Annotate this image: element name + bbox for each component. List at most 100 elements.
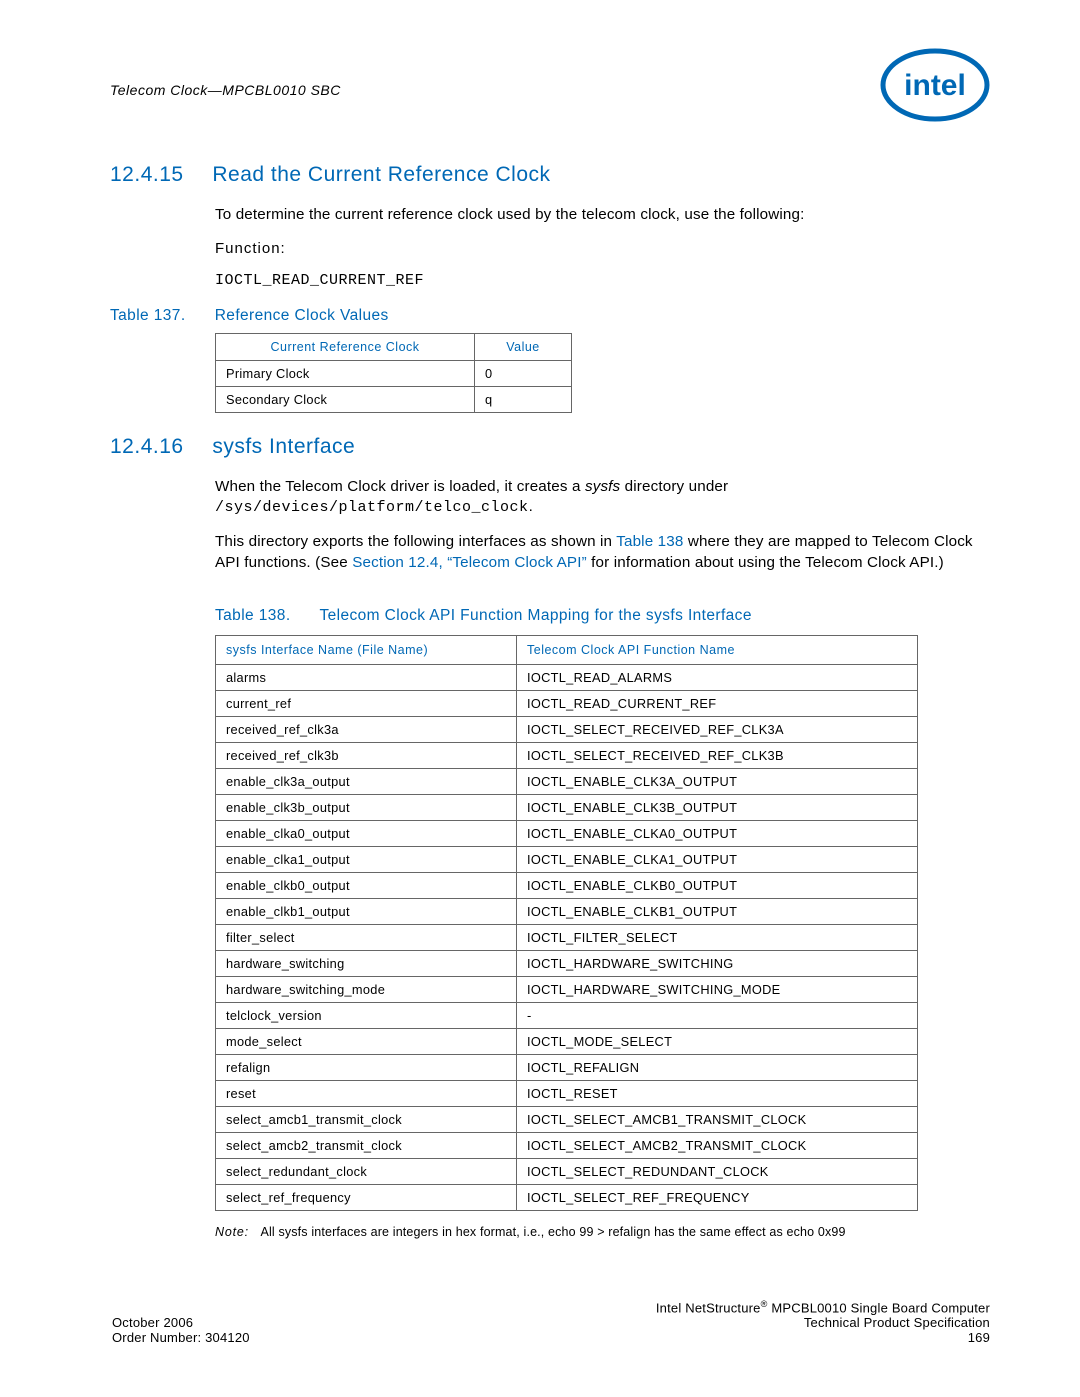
table-row: enable_clkb1_outputIOCTL_ENABLE_CLKB1_OU…	[216, 899, 918, 925]
section-number: 12.4.16	[110, 435, 206, 459]
table-cell: q	[475, 386, 572, 412]
table-cell: reset	[216, 1081, 517, 1107]
text-run: for information about using the Telecom …	[587, 554, 944, 571]
table-cell: enable_clk3a_output	[216, 769, 517, 795]
table-cell: IOCTL_READ_ALARMS	[517, 665, 918, 691]
table-row: refalignIOCTL_REFALIGN	[216, 1055, 918, 1081]
table-row: filter_selectIOCTL_FILTER_SELECT	[216, 925, 918, 951]
table-row: select_amcb2_transmit_clockIOCTL_SELECT_…	[216, 1133, 918, 1159]
footer-date: October 2006	[112, 1315, 250, 1330]
table-cell: IOCTL_SELECT_AMCB1_TRANSMIT_CLOCK	[517, 1107, 918, 1133]
table-row: Primary Clock0	[216, 360, 572, 386]
text-run: directory under	[620, 478, 728, 495]
section-number: 12.4.15	[110, 163, 206, 187]
table-cell: Secondary Clock	[216, 386, 475, 412]
table-cell: telclock_version	[216, 1003, 517, 1029]
text-emphasis: sysfs	[585, 478, 620, 495]
table-row: enable_clkb0_outputIOCTL_ENABLE_CLKB0_OU…	[216, 873, 918, 899]
table-cell: IOCTL_ENABLE_CLKB1_OUTPUT	[517, 899, 918, 925]
table-header-row: sysfs Interface Name (File Name) Telecom…	[216, 636, 918, 665]
table-cell: current_ref	[216, 691, 517, 717]
table-138: sysfs Interface Name (File Name) Telecom…	[215, 635, 918, 1211]
table-row: current_refIOCTL_READ_CURRENT_REF	[216, 691, 918, 717]
table-row: enable_clka1_outputIOCTL_ENABLE_CLKA1_OU…	[216, 847, 918, 873]
table-cell: received_ref_clk3a	[216, 717, 517, 743]
table-cell: IOCTL_ENABLE_CLKA1_OUTPUT	[517, 847, 918, 873]
table-row: enable_clk3b_outputIOCTL_ENABLE_CLK3B_OU…	[216, 795, 918, 821]
table-cell: IOCTL_ENABLE_CLK3B_OUTPUT	[517, 795, 918, 821]
text-path: /sys/devices/platform/telco_clock	[215, 499, 529, 516]
link-table138[interactable]: Table 138	[616, 533, 683, 550]
text-run: When the Telecom Clock driver is loaded,…	[215, 478, 585, 495]
section-title: Read the Current Reference Clock	[212, 163, 550, 186]
table-cell: IOCTL_REFALIGN	[517, 1055, 918, 1081]
table-cell: enable_clk3b_output	[216, 795, 517, 821]
footer-spec-type: Technical Product Specification	[656, 1315, 990, 1330]
table-137-caption: Table 137. Reference Clock Values	[110, 307, 990, 325]
table-cell: select_amcb2_transmit_clock	[216, 1133, 517, 1159]
footer-page-number: 169	[656, 1330, 990, 1345]
link-section-12-4[interactable]: Section 12.4, “Telecom Clock API”	[352, 554, 587, 571]
footer-order-number: Order Number: 304120	[112, 1330, 250, 1345]
note-text: All sysfs interfaces are integers in hex…	[261, 1225, 846, 1239]
section-12-4-16-heading: 12.4.16 sysfs Interface	[110, 435, 990, 459]
footer-right: Intel NetStructure® MPCBL0010 Single Boa…	[656, 1299, 990, 1345]
table-cell: IOCTL_SELECT_REDUNDANT_CLOCK	[517, 1159, 918, 1185]
table-cell: IOCTL_SELECT_AMCB2_TRANSMIT_CLOCK	[517, 1133, 918, 1159]
table-row: select_redundant_clockIOCTL_SELECT_REDUN…	[216, 1159, 918, 1185]
function-label: Function:	[215, 240, 990, 257]
table-cell: IOCTL_SELECT_REF_FREQUENCY	[517, 1185, 918, 1211]
table-row: received_ref_clk3bIOCTL_SELECT_RECEIVED_…	[216, 743, 918, 769]
table-cell: select_ref_frequency	[216, 1185, 517, 1211]
table-caption-number: Table 137.	[110, 307, 210, 325]
table-header-cell: Current Reference Clock	[216, 333, 475, 360]
table-cell: refalign	[216, 1055, 517, 1081]
note: Note: All sysfs interfaces are integers …	[215, 1225, 990, 1239]
text-run: MPCBL0010 Single Board Computer	[768, 1300, 990, 1315]
table-cell: IOCTL_MODE_SELECT	[517, 1029, 918, 1055]
table-138-caption: Table 138. Telecom Clock API Function Ma…	[215, 607, 990, 625]
section-title: sysfs Interface	[212, 435, 355, 458]
table-caption-title: Telecom Clock API Function Mapping for t…	[319, 607, 751, 624]
table-137: Current Reference Clock Value Primary Cl…	[215, 333, 572, 413]
table-cell: received_ref_clk3b	[216, 743, 517, 769]
table-caption-title: Reference Clock Values	[215, 307, 389, 324]
svg-text:intel: intel	[904, 69, 966, 102]
note-label: Note:	[215, 1225, 249, 1239]
table-cell: IOCTL_HARDWARE_SWITCHING	[517, 951, 918, 977]
table-row: enable_clk3a_outputIOCTL_ENABLE_CLK3A_OU…	[216, 769, 918, 795]
page-header: Telecom Clock—MPCBL0010 SBC intel	[110, 48, 990, 123]
table-cell: Primary Clock	[216, 360, 475, 386]
table-cell: -	[517, 1003, 918, 1029]
table-row: resetIOCTL_RESET	[216, 1081, 918, 1107]
intel-logo-icon: intel	[880, 48, 990, 123]
table-cell: hardware_switching_mode	[216, 977, 517, 1003]
table-cell: IOCTL_SELECT_RECEIVED_REF_CLK3A	[517, 717, 918, 743]
table-cell: IOCTL_ENABLE_CLK3A_OUTPUT	[517, 769, 918, 795]
table-row: select_ref_frequencyIOCTL_SELECT_REF_FRE…	[216, 1185, 918, 1211]
table-cell: IOCTL_READ_CURRENT_REF	[517, 691, 918, 717]
text-run: Intel NetStructure	[656, 1300, 761, 1315]
table-cell: IOCTL_HARDWARE_SWITCHING_MODE	[517, 977, 918, 1003]
table-cell: IOCTL_SELECT_RECEIVED_REF_CLK3B	[517, 743, 918, 769]
table-cell: IOCTL_ENABLE_CLKA0_OUTPUT	[517, 821, 918, 847]
section-12-4-15-heading: 12.4.15 Read the Current Reference Clock	[110, 163, 990, 187]
table-row: Secondary Clockq	[216, 386, 572, 412]
table-cell: mode_select	[216, 1029, 517, 1055]
table-header-cell: sysfs Interface Name (File Name)	[216, 636, 517, 665]
table-cell: enable_clkb0_output	[216, 873, 517, 899]
table-cell: 0	[475, 360, 572, 386]
table-cell: hardware_switching	[216, 951, 517, 977]
table-header-row: Current Reference Clock Value	[216, 333, 572, 360]
table-cell: alarms	[216, 665, 517, 691]
table-cell: IOCTL_ENABLE_CLKB0_OUTPUT	[517, 873, 918, 899]
section-16-para2: This directory exports the following int…	[215, 532, 990, 573]
footer-left: October 2006 Order Number: 304120	[112, 1315, 250, 1345]
table-cell: IOCTL_FILTER_SELECT	[517, 925, 918, 951]
table-row: enable_clka0_outputIOCTL_ENABLE_CLKA0_OU…	[216, 821, 918, 847]
table-cell: IOCTL_RESET	[517, 1081, 918, 1107]
page-footer: October 2006 Order Number: 304120 Intel …	[112, 1299, 990, 1345]
doc-title: Telecom Clock—MPCBL0010 SBC	[110, 82, 341, 98]
text-run: This directory exports the following int…	[215, 533, 616, 550]
footer-product-name: Intel NetStructure® MPCBL0010 Single Boa…	[656, 1299, 990, 1315]
